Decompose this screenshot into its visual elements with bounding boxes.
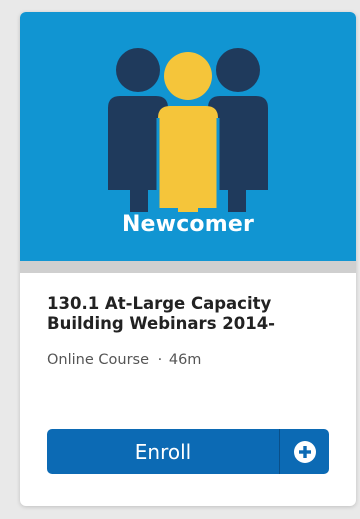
course-card[interactable]: Newcomer 130.1 At-Large Capacity Buildin… [20, 12, 356, 506]
course-duration: 46m [168, 352, 202, 368]
course-title[interactable]: 130.1 At-Large Capacity Building Webinar… [47, 294, 337, 334]
banner-label: Newcomer [121, 212, 255, 237]
course-banner: Newcomer [20, 12, 356, 261]
meta-separator: · [157, 352, 163, 368]
course-type: Online Course [47, 352, 150, 368]
enroll-label: Enroll [134, 439, 192, 464]
banner-divider [20, 261, 356, 273]
plus-circle-icon[interactable] [280, 429, 329, 474]
enroll-button[interactable]: Enroll [47, 429, 329, 474]
course-content: 130.1 At-Large Capacity Building Webinar… [20, 273, 356, 368]
course-meta: Online Course · 46m [47, 352, 329, 368]
